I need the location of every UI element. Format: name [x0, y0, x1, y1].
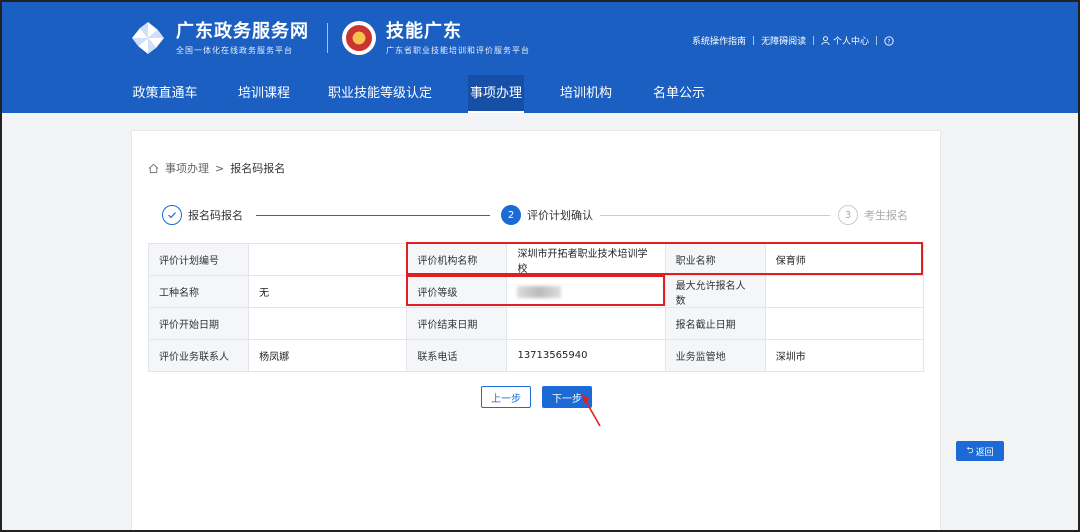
- step-2-label: 评价计划确认: [527, 209, 593, 222]
- plan-info-table: 评价计划编号 评价机构名称 深圳市开拓者职业技术培训学校 职业名称 保育师 工种…: [147, 243, 925, 372]
- field-value: 杨凤娜: [248, 339, 408, 372]
- field-label: 最大允许报名人数: [664, 275, 766, 308]
- field-label: 评价业务联系人: [147, 339, 250, 372]
- breadcrumb: 事项办理 > 报名码报名: [148, 160, 285, 176]
- home-icon[interactable]: [148, 163, 159, 174]
- field-label: 业务监管地: [664, 339, 766, 372]
- field-value: 深圳市: [764, 339, 925, 372]
- step-2: 2 评价计划确认: [501, 205, 593, 225]
- skill-subtitle: 广东省职业技能培训和评价服务平台: [386, 45, 530, 55]
- field-value-redacted: [506, 275, 666, 308]
- breadcrumb-separator: >: [215, 161, 225, 175]
- table-row: 评价开始日期 评价结束日期 报名截止日期: [147, 307, 925, 340]
- step-1: 报名码报名: [162, 205, 243, 225]
- link-personal-center[interactable]: 个人中心: [821, 34, 869, 47]
- site-title: 广东政务服务网: [176, 20, 309, 42]
- skill-title: 技能广东: [386, 20, 462, 42]
- nav-public-list[interactable]: 名单公示: [642, 75, 716, 113]
- site-header: 广东政务服务网 全国一体化在线政务服务平台 技能广东 广东省职业技能培训和评价服…: [0, 0, 1080, 113]
- field-label: 评价开始日期: [147, 307, 250, 340]
- field-value: 深圳市开拓者职业技术培训学校: [506, 243, 666, 276]
- return-button[interactable]: ⮌ 返回: [956, 441, 1004, 461]
- link-operation-guide[interactable]: 系统操作指南: [692, 34, 746, 47]
- step-connector: [600, 215, 830, 216]
- pinwheel-logo-icon: [132, 22, 164, 54]
- link-separator: |: [752, 35, 756, 46]
- breadcrumb-current: 报名码报名: [230, 162, 286, 175]
- brand-divider: [327, 23, 328, 53]
- table-row: 评价业务联系人 杨凤娜 联系电话 13713565940 业务监管地 深圳市: [147, 339, 925, 372]
- annotation-arrow: [582, 394, 601, 427]
- field-value: 13713565940: [506, 339, 666, 372]
- field-label: 联系电话: [406, 339, 508, 372]
- user-icon: [821, 36, 830, 46]
- link-accessibility[interactable]: 无障碍阅读: [761, 34, 806, 47]
- field-label: 评价等级: [406, 275, 508, 308]
- check-icon: [162, 205, 182, 225]
- table-row: 评价计划编号 评价机构名称 深圳市开拓者职业技术培训学校 职业名称 保育师: [147, 243, 925, 276]
- svg-text:?: ?: [887, 38, 890, 45]
- step-3-number: 3: [838, 205, 858, 225]
- top-links: 系统操作指南 | 无障碍阅读 | 个人中心 | ?: [692, 34, 894, 47]
- link-separator: |: [812, 35, 816, 46]
- field-label: 评价结束日期: [406, 307, 508, 340]
- field-value: [248, 307, 408, 340]
- step-3: 3 考生报名: [838, 205, 908, 225]
- site-subtitle: 全国一体化在线政务服务平台: [176, 45, 293, 55]
- nav-policy[interactable]: 政策直通车: [122, 75, 208, 113]
- brand-area[interactable]: 广东政务服务网 全国一体化在线政务服务平台 技能广东 广东省职业技能培训和评价服…: [130, 20, 530, 56]
- step-1-label: 报名码报名: [188, 209, 243, 222]
- field-value: 保育师: [764, 243, 925, 276]
- redacted-value: [517, 285, 562, 298]
- step-2-number: 2: [501, 205, 521, 225]
- field-label: 职业名称: [664, 243, 766, 276]
- nav-training-courses[interactable]: 培训课程: [222, 75, 306, 113]
- table-row: 工种名称 无 评价等级 最大允许报名人数: [147, 275, 925, 308]
- nav-affairs[interactable]: 事项办理: [468, 75, 524, 113]
- personal-center-label: 个人中心: [833, 37, 870, 47]
- field-label: 评价计划编号: [147, 243, 250, 276]
- prev-step-button[interactable]: 上一步: [481, 386, 531, 408]
- return-button-label: 返回: [975, 447, 994, 458]
- step-connector: [256, 215, 490, 216]
- field-value: [248, 243, 408, 276]
- field-label: 工种名称: [147, 275, 250, 308]
- main-nav: 政策直通车 培训课程 职业技能等级认定 事项办理 培训机构 名单公示: [0, 75, 1080, 113]
- field-value: 无: [248, 275, 408, 308]
- help-icon[interactable]: ?: [884, 35, 894, 46]
- return-icon: ⮌: [966, 446, 974, 456]
- field-value: [764, 275, 925, 308]
- nav-skill-certification[interactable]: 职业技能等级认定: [320, 75, 440, 113]
- field-value: [764, 307, 925, 340]
- field-value: [506, 307, 666, 340]
- emblem-logo-icon: [342, 21, 376, 55]
- field-label: 报名截止日期: [664, 307, 766, 340]
- link-separator: |: [875, 35, 879, 46]
- step-3-label: 考生报名: [864, 209, 908, 222]
- field-label: 评价机构名称: [406, 243, 508, 276]
- nav-training-institutions[interactable]: 培训机构: [550, 75, 622, 113]
- breadcrumb-home[interactable]: 事项办理: [165, 160, 209, 176]
